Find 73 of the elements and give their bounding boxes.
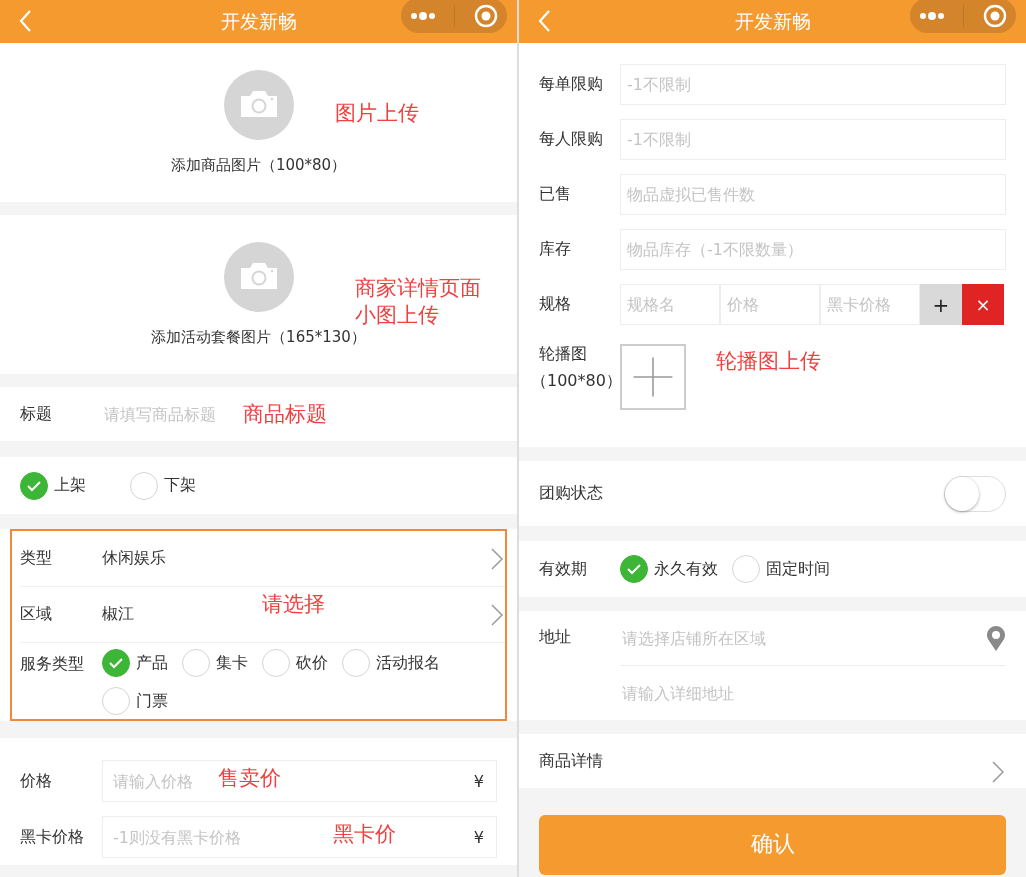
upload-label: 添加商品图片（100*80） bbox=[170, 156, 347, 175]
field-label: 轮播图 bbox=[539, 344, 588, 365]
field-label: 已售 bbox=[539, 184, 572, 205]
selected-value: 休闲娱乐 bbox=[102, 548, 166, 569]
field-label: 标题 bbox=[20, 403, 53, 425]
more-icon[interactable] bbox=[919, 10, 946, 21]
back-icon[interactable] bbox=[18, 9, 32, 33]
annotation-text: 商品标题 bbox=[243, 401, 327, 428]
field-label: 库存 bbox=[539, 239, 572, 260]
option-label: 上架 bbox=[54, 475, 86, 496]
select-row[interactable]: 类型 休闲娱乐 bbox=[20, 531, 505, 587]
annotation-text: 售卖价 bbox=[218, 765, 281, 792]
option-label: 门票 bbox=[136, 690, 168, 712]
input-field[interactable]: -1不限制 bbox=[620, 64, 1006, 105]
field-label: 黑卡价格 bbox=[20, 826, 85, 848]
delete-button[interactable]: × bbox=[962, 284, 1004, 325]
row-label: 商品详情 bbox=[539, 750, 603, 772]
option-label: 产品 bbox=[136, 652, 168, 674]
field-label: 规格 bbox=[539, 294, 572, 315]
annotation-text: 请选择 bbox=[262, 591, 325, 618]
chevron-right-icon bbox=[491, 603, 503, 626]
annotation-text: 黑卡价 bbox=[333, 821, 396, 848]
option-label: 砍价 bbox=[296, 652, 328, 674]
upload-label: 添加活动套餐图片（165*130） bbox=[151, 328, 366, 347]
field-label: 类型 bbox=[20, 548, 53, 569]
input-field[interactable]: -1不限制 bbox=[620, 119, 1006, 160]
option-label: 下架 bbox=[164, 475, 196, 496]
camera-upload-icon[interactable] bbox=[223, 70, 294, 140]
annotation-text: 图片上传 bbox=[335, 100, 420, 127]
address-input[interactable]: 请选择店铺所在区域 bbox=[620, 627, 986, 649]
option-label: 固定时间 bbox=[766, 558, 830, 580]
field-label: 每单限购 bbox=[539, 74, 604, 95]
camera-upload-icon[interactable] bbox=[223, 242, 294, 312]
spec-input[interactable]: 价格 bbox=[720, 284, 820, 325]
chevron-right-icon bbox=[992, 761, 1004, 783]
add-image-icon[interactable] bbox=[620, 344, 686, 410]
spec-input[interactable]: 规格名 bbox=[620, 284, 720, 325]
input-field[interactable]: 物品虚拟已售件数 bbox=[620, 174, 1006, 215]
field-label: 团购状态 bbox=[539, 483, 603, 504]
field-label: 价格 bbox=[20, 770, 53, 792]
address-input[interactable]: 请输入详细地址 bbox=[620, 682, 1006, 704]
option-label: 集卡 bbox=[216, 652, 248, 674]
title-input[interactable]: 请填写商品标题 bbox=[102, 403, 236, 425]
checkmark-icon bbox=[26, 479, 42, 492]
price-input[interactable]: 请输入价格 bbox=[111, 770, 196, 792]
page-title: 开发新畅 bbox=[734, 8, 811, 34]
field-label: 每人限购 bbox=[539, 129, 604, 150]
field-label: 有效期 bbox=[539, 558, 588, 580]
radio-button[interactable] bbox=[620, 555, 648, 583]
chevron-right-icon bbox=[491, 547, 503, 570]
page-title: 开发新畅 bbox=[220, 8, 297, 34]
price-input[interactable]: -1则没有黑卡价格 bbox=[111, 826, 257, 848]
detail-row[interactable]: 商品详情 bbox=[519, 734, 1026, 788]
radio-button[interactable] bbox=[20, 471, 48, 500]
checkmark-icon bbox=[108, 657, 124, 669]
selected-value: 椒江 bbox=[102, 604, 134, 625]
input-field[interactable]: 物品库存（-1不限数量） bbox=[620, 229, 1006, 270]
field-label: 地址 bbox=[539, 626, 572, 648]
more-icon[interactable] bbox=[410, 10, 437, 21]
back-icon[interactable] bbox=[537, 9, 551, 33]
option-label: 活动报名 bbox=[376, 652, 440, 674]
annotation-text: 轮播图上传 bbox=[716, 348, 821, 375]
field-label: 服务类型 bbox=[20, 653, 85, 675]
spec-input[interactable]: 黑卡价格 bbox=[820, 284, 920, 325]
option-label: 永久有效 bbox=[654, 558, 718, 580]
location-pin-icon[interactable] bbox=[986, 624, 1006, 652]
toggle-switch[interactable] bbox=[944, 475, 1006, 512]
checkmark-icon bbox=[626, 563, 642, 575]
add-button[interactable]: + bbox=[920, 284, 962, 325]
field-label: 区域 bbox=[20, 604, 53, 625]
size-hint: （100*80） bbox=[531, 371, 620, 392]
radio-button[interactable] bbox=[102, 649, 130, 677]
annotation-text: 商家详情页面小图上传 bbox=[355, 275, 482, 330]
